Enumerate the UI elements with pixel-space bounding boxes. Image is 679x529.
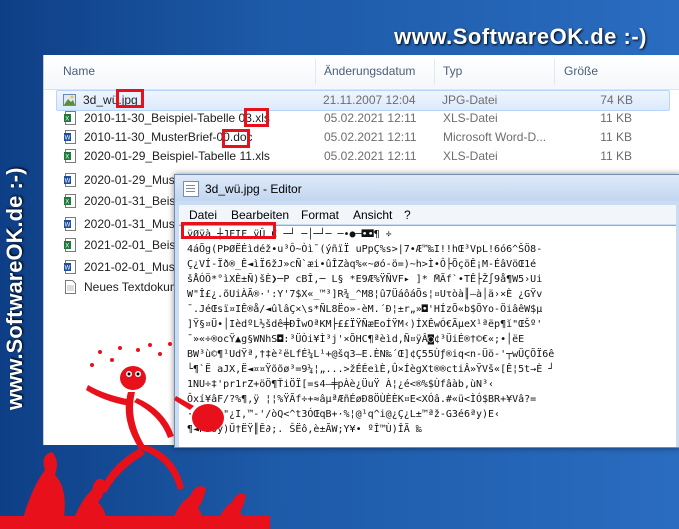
file-row[interactable]: W 2010-11-30_MusterBrief-00.doc 05.02.20…: [58, 128, 668, 147]
excel-file-icon: X: [64, 149, 77, 163]
menu-format[interactable]: Format: [301, 208, 339, 222]
editor-line: W"Î£¿.õUiÀÃ®·':Y'7$X«_™³]R¾_^M8¦û7ÜáôáÕs…: [187, 289, 543, 300]
editor-line: šÅÓÖ*°ìXÈ±Ñ)šÈ❯─P cBÎ,─ L§ *E9Æ%ŸÑVF▸ ]*…: [187, 274, 543, 285]
extension-highlight-xls: [244, 108, 269, 127]
file-name: 2020-01-31_Muste: [84, 217, 185, 231]
menu-help[interactable]: ?: [404, 208, 411, 222]
file-size: 11 KB: [600, 130, 632, 144]
text-file-icon: [64, 280, 77, 294]
svg-text:X: X: [65, 117, 69, 123]
extension-highlight-jpg: [116, 89, 144, 108]
file-name: 2020-01-29_Beispiel-Tabelle 11.xls: [84, 149, 270, 163]
mascot-illustration: [0, 342, 270, 529]
notepad-title: 3d_wü.jpg - Editor: [205, 182, 302, 196]
svg-text:W: W: [65, 223, 71, 229]
svg-text:X: X: [65, 155, 69, 161]
file-name: Neues Textdokum: [84, 280, 180, 294]
file-type: XLS-Datei: [443, 111, 498, 125]
menu-ansicht[interactable]: Ansicht: [353, 208, 392, 222]
menu-bearbeiten[interactable]: Bearbeiten: [231, 208, 289, 222]
notepad-titlebar[interactable]: 3d_wü.jpg - Editor: [175, 175, 679, 201]
column-header-type[interactable]: Typ: [443, 64, 462, 78]
word-file-icon: W: [64, 130, 77, 144]
column-header-bar: Name Änderungsdatum Typ Größe: [44, 55, 679, 90]
column-header-date[interactable]: Änderungsdatum: [324, 64, 415, 78]
editor-line: ]Ÿ§¤Ü•│IèdºL½šdê╪ÐÎwOªKM├££ÏŸÑæEoÍŸM‹)ÍX…: [187, 319, 543, 330]
editor-line: ¯.JéŒsï¤IÊ®å/◄ûlâÇ×\s*ÑL8Ëo»-èM.´Ð¦±r„»◘…: [187, 304, 543, 315]
column-separator[interactable]: [434, 59, 435, 85]
word-file-icon: W: [64, 173, 77, 187]
menu-datei[interactable]: Datei: [189, 208, 217, 222]
file-type: Microsoft Word-D...: [443, 130, 547, 144]
column-separator[interactable]: [554, 59, 555, 85]
file-date: 05.02.2021 12:11: [324, 149, 417, 163]
excel-file-icon: X: [64, 194, 77, 208]
file-date: 05.02.2021 12:11: [324, 130, 417, 144]
watermark-top: www.SoftwareOK.de :-): [394, 24, 647, 49]
file-name: 2010-11-30_Beispiel-Tabelle 03.xls: [84, 111, 270, 125]
file-row[interactable]: X 2010-11-30_Beispiel-Tabelle 03.xls 05.…: [58, 109, 668, 128]
extension-highlight-doc: [222, 129, 250, 148]
column-header-size[interactable]: Größe: [564, 64, 598, 78]
mascot-head: [120, 366, 146, 390]
svg-text:W: W: [65, 179, 71, 185]
file-size: 74 KB: [600, 93, 633, 107]
editor-line: Ç¿VÍ-Ïð®_Ê◄ìÏ6žJ»cÑ`æi•ûÎZàq%«~øó-ö=)~h>…: [187, 259, 537, 270]
image-file-icon: [63, 93, 76, 107]
file-size: 11 KB: [600, 149, 632, 163]
file-type: XLS-Datei: [443, 149, 498, 163]
file-row[interactable]: X 2020-01-29_Beispiel-Tabelle 11.xls 05.…: [58, 147, 668, 166]
watering-can: [192, 404, 224, 432]
column-separator[interactable]: [315, 59, 316, 85]
excel-file-icon: X: [64, 238, 77, 252]
file-name: 2020-01-29_Muste: [84, 173, 185, 187]
word-file-icon: W: [64, 217, 77, 231]
file-date: 21.11.2007 12:04: [323, 93, 416, 107]
excel-file-icon: X: [64, 111, 77, 125]
svg-text:X: X: [65, 200, 69, 206]
file-name: 2021-02-01_Beisp: [84, 238, 183, 252]
editor-line: 4áÕg(PÞØËÉìdéž•u³Ô~Òì¯(ýñïÏ uPpÇ%s>|7•Æ™…: [187, 244, 543, 255]
notepad-icon: [183, 181, 199, 197]
svg-text:W: W: [65, 266, 71, 272]
svg-text:W: W: [65, 136, 71, 142]
file-date: 05.02.2021 12:11: [324, 111, 417, 125]
file-name: 2020-01-31_Beisp: [84, 194, 183, 208]
file-size: 11 KB: [600, 111, 632, 125]
column-header-name[interactable]: Name: [63, 64, 95, 78]
jfif-header-highlight: [181, 222, 276, 239]
file-row[interactable]: 3d_wü.jpg 21.11.2007 12:04 JPG-Datei 74 …: [56, 90, 670, 111]
svg-text:X: X: [65, 244, 69, 250]
file-name: 2021-02-01_Muste: [84, 260, 185, 274]
word-file-icon: W: [64, 260, 77, 274]
file-type: JPG-Datei: [442, 93, 498, 107]
